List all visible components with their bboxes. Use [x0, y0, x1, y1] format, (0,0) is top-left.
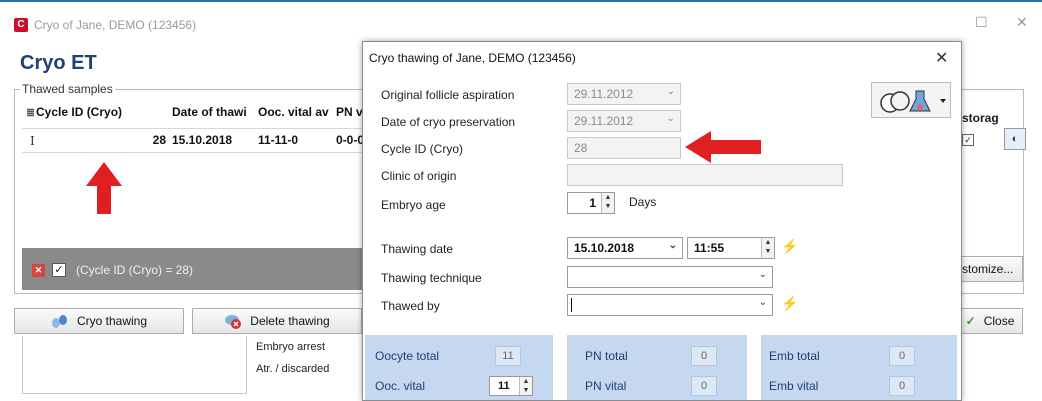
patient-selector-button[interactable] — [871, 82, 951, 118]
checkmark-icon: ✓ — [965, 314, 976, 328]
window-title: Cryo of Jane, DEMO (123456) — [34, 18, 197, 32]
delete-thawing-label: Delete thawing — [250, 314, 330, 328]
col-header-storage[interactable]: storag — [962, 111, 999, 125]
embryo-age-label: Embryo age — [381, 198, 446, 212]
emb-total-label: Emb total — [769, 349, 820, 363]
clinic-of-origin-label: Clinic of origin — [381, 169, 457, 183]
text-cursor-icon: I — [30, 134, 35, 148]
emb-total-value: 0 — [889, 346, 915, 366]
cryo-preservation-date-field: 29.11.2012 ⌄ — [567, 110, 681, 132]
cryo-thawing-button[interactable]: Cryo thawing — [14, 308, 184, 334]
cycle-id-field: 28 — [567, 137, 681, 159]
close-button[interactable]: ✓ Close — [957, 308, 1023, 334]
filter-expression[interactable]: (Cycle ID (Cryo) = 28) — [76, 263, 193, 277]
page-title: Cryo ET — [20, 52, 97, 74]
ooc-vital-spin-icon[interactable]: ▲ ▼ — [519, 377, 532, 395]
list-item-discarded[interactable]: Atr. / discarded — [256, 363, 329, 375]
cell-cycle-id[interactable]: 28 — [142, 133, 166, 147]
filter-enabled-checkbox[interactable]: ✓ — [52, 263, 66, 277]
col-header-cycle-id[interactable]: Cycle ID (Cryo) — [36, 105, 162, 125]
thawing-time-field[interactable]: 11:55 ▲ ▼ — [687, 237, 775, 259]
pn-vital-value: 0 — [691, 376, 717, 396]
thawing-date-picker[interactable]: 15.10.2018 ⌄ — [567, 237, 683, 259]
pn-total-value: 0 — [691, 346, 717, 366]
thawing-time-spin-icon[interactable]: ▲ ▼ — [761, 238, 774, 258]
storage-details-button[interactable]: ◐ — [1004, 128, 1026, 150]
thawed-samples-label: Thawed samples — [20, 82, 115, 96]
window-top-border — [0, 0, 1042, 2]
thawing-date-label: Thawing date — [381, 242, 454, 256]
thawing-technique-label: Thawing technique — [381, 271, 482, 285]
thawing-drops-icon — [51, 315, 67, 328]
emb-vital-label: Emb vital — [769, 379, 819, 393]
customize-button[interactable]: stomize... — [957, 256, 1023, 282]
thawed-by-label: Thawed by — [381, 299, 440, 313]
oocyte-total-value: 11 — [495, 346, 521, 366]
annotation-arrow-up-icon — [86, 162, 122, 214]
patient-lab-icon — [880, 90, 946, 113]
original-follicle-aspiration-field: 29.11.2012 ⌄ — [567, 83, 681, 105]
thawing-technique-select[interactable]: ⌄ — [567, 266, 773, 288]
column-chooser-icon[interactable]: ≣ — [26, 105, 34, 125]
maximize-icon[interactable]: ☐ — [975, 14, 988, 31]
dialog-close-icon[interactable]: ✕ — [935, 48, 948, 68]
app-logo-icon: C — [14, 18, 28, 32]
embryo-age-spin-icon[interactable]: ▲ ▼ — [601, 193, 614, 213]
cryo-preservation-date-label: Date of cryo preservation — [381, 115, 516, 129]
col-header-ooc-vital[interactable]: Ooc. vital av — [258, 105, 334, 125]
clear-filter-icon[interactable]: ✕ — [32, 264, 45, 277]
embryo-age-unit: Days — [629, 195, 657, 209]
original-follicle-aspiration-label: Original follicle aspiration — [381, 88, 515, 102]
thawed-by-lightning-icon[interactable]: ⚡ — [781, 295, 798, 312]
cycle-id-label: Cycle ID (Cryo) — [381, 142, 464, 156]
col-header-date[interactable]: Date of thawi — [172, 105, 256, 125]
delete-icon — [225, 315, 242, 329]
embryo-age-stepper[interactable]: 1 ▲ ▼ — [567, 192, 615, 214]
ooc-vital-stepper[interactable]: 11 ▲ ▼ — [489, 376, 533, 396]
list-item-embryo-arrest[interactable]: Embryo arrest — [256, 341, 325, 353]
close-icon[interactable]: ✕ — [1016, 14, 1028, 31]
cryo-thawing-dialog: Cryo thawing of Jane, DEMO (123456) ✕ Or… — [362, 41, 962, 401]
pn-total-label: PN total — [585, 349, 628, 363]
dialog-title: Cryo thawing of Jane, DEMO (123456) — [369, 51, 576, 65]
filter-bar — [22, 248, 367, 290]
thawed-by-select[interactable]: ⌄ — [567, 294, 773, 316]
pn-vital-label: PN vital — [585, 379, 627, 393]
set-now-lightning-icon[interactable]: ⚡ — [781, 238, 798, 255]
embryo-status-panel — [22, 336, 247, 394]
clinic-of-origin-field — [567, 164, 843, 186]
cryo-thawing-label: Cryo thawing — [76, 314, 148, 328]
emb-vital-value: 0 — [889, 376, 915, 396]
close-button-label: Close — [983, 314, 1015, 328]
delete-thawing-button[interactable]: Delete thawing — [192, 308, 362, 334]
oocyte-total-label: Oocyte total — [375, 349, 440, 363]
storage-checkbox[interactable]: ✓ — [962, 134, 974, 146]
annotation-arrow-left-icon — [685, 131, 761, 163]
cell-ooc-vital[interactable]: 11-11-0 — [258, 133, 328, 147]
cell-date[interactable]: 15.10.2018 — [172, 133, 256, 147]
ooc-vital-label: Ooc. vital — [375, 379, 426, 393]
